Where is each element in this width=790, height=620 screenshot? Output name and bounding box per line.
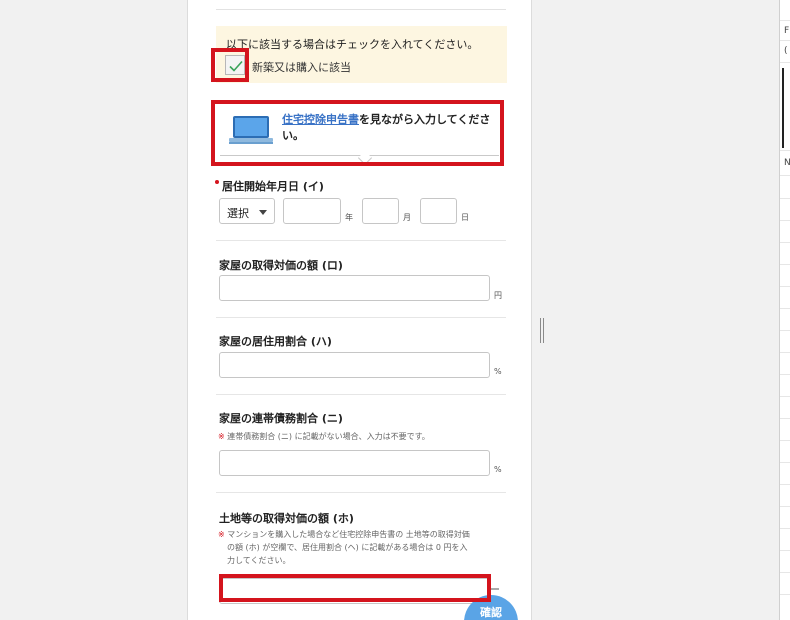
note-mark: ※ <box>218 432 225 441</box>
right-pane: F ( N <box>779 0 790 620</box>
residence-ratio-unit: % <box>494 367 502 376</box>
land-price-highlight <box>219 574 491 602</box>
joint-debt-unit: % <box>494 465 502 474</box>
acquisition-price-unit: 円 <box>494 291 502 300</box>
confirm-label: 確認 <box>480 606 502 619</box>
form-panel: 以下に該当する場合はチェックを入れてください。 新築又は購入に該当 住宅控除申告… <box>187 0 532 620</box>
right-pane-letter: ( <box>784 46 788 56</box>
caret-down-icon <box>259 210 267 215</box>
acquisition-price-label: 家屋の取得対価の額 (ロ) <box>219 259 343 272</box>
land-price-note: ※ マンションを購入した場合など住宅控除申告書の 土地等の取得対価 の額 (ホ)… <box>218 528 508 567</box>
divider <box>216 492 506 493</box>
day-unit: 日 <box>461 213 469 222</box>
year-input[interactable] <box>283 198 341 224</box>
land-price-note-line: の額 (ホ) が空欄で、居住用割合 (ヘ) に記載がある場合は 0 円を入 <box>227 543 468 552</box>
top-divider <box>216 9 506 10</box>
checkbox-label[interactable]: 新築又は購入に該当 <box>252 59 351 75</box>
resize-handle[interactable] <box>540 318 545 343</box>
unit-fragment <box>491 588 499 590</box>
right-pane-letter: F <box>784 26 790 36</box>
joint-debt-note: ※ 連帯債務割合 (ニ) に記載がない場合、入力は不要です。 <box>218 430 430 443</box>
era-select-value: 選択 <box>227 207 249 220</box>
hint-highlight <box>211 100 504 166</box>
divider <box>216 394 506 395</box>
year-unit: 年 <box>345 213 353 222</box>
residence-ratio-label: 家屋の居住用割合 (ハ) <box>219 335 332 348</box>
joint-debt-input[interactable] <box>219 450 490 476</box>
required-marker <box>215 180 219 184</box>
month-input[interactable] <box>362 198 399 224</box>
joint-debt-label: 家屋の連帯債務割合 (ニ) <box>219 412 343 425</box>
right-pane-letter: N <box>784 158 790 168</box>
acquisition-price-input[interactable] <box>219 275 490 301</box>
residence-date-label: 居住開始年月日 (イ) <box>222 180 324 193</box>
joint-debt-note-text: 連帯債務割合 (ニ) に記載がない場合、入力は不要です。 <box>227 432 430 441</box>
notice-text: 以下に該当する場合はチェックを入れてください。 <box>226 38 479 51</box>
note-mark: ※ <box>218 530 225 539</box>
land-price-label: 土地等の取得対価の額 (ホ) <box>219 512 354 525</box>
divider <box>216 317 506 318</box>
day-input[interactable] <box>420 198 457 224</box>
month-unit: 月 <box>403 213 411 222</box>
land-price-note-line: ※ マンションを購入した場合など住宅控除申告書の 土地等の取得対価 <box>218 530 470 539</box>
land-price-note-line: 力してください。 <box>227 556 291 565</box>
right-pane-bar <box>782 68 784 148</box>
divider <box>216 240 506 241</box>
era-select[interactable]: 選択 <box>219 198 275 224</box>
residence-ratio-input[interactable] <box>219 352 490 378</box>
checkbox-highlight <box>211 48 249 82</box>
